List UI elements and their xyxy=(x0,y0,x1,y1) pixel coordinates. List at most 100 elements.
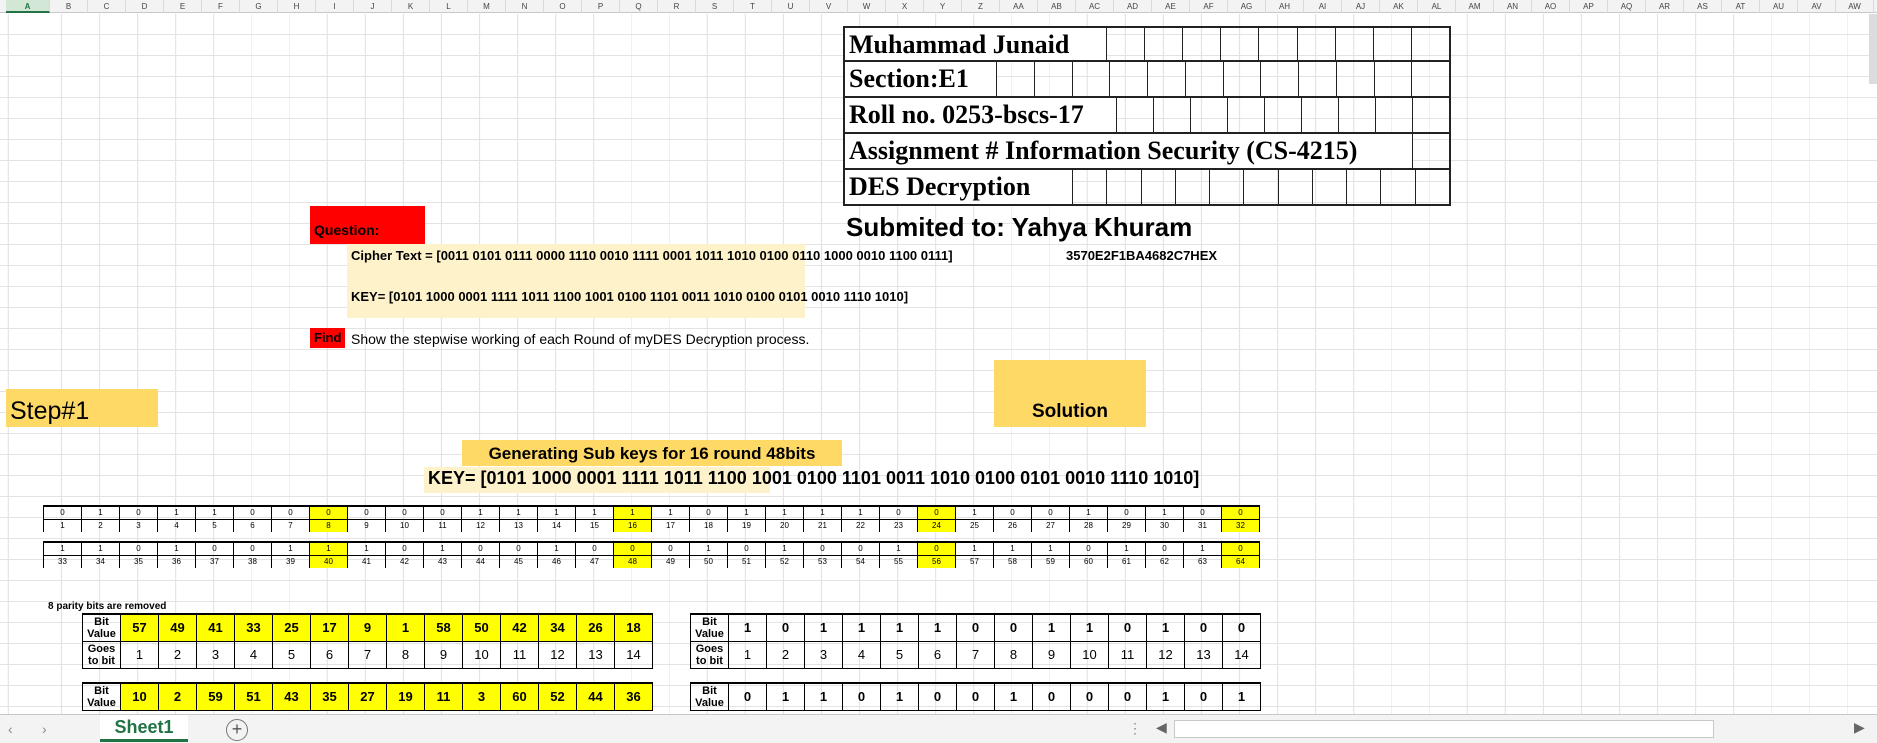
pc1-cell[interactable]: 0 xyxy=(994,613,1033,642)
column-header-am[interactable]: AM xyxy=(1456,0,1494,13)
tab-scroll-right-icon[interactable]: › xyxy=(42,721,47,737)
bit-position-cell[interactable]: 51 xyxy=(727,555,766,568)
pc1-cell[interactable]: 57 xyxy=(120,613,159,642)
pc1-cell[interactable]: 17 xyxy=(310,613,349,642)
pc1-cell[interactable]: 1 xyxy=(880,682,919,711)
pc1-cell[interactable]: 52 xyxy=(538,682,577,711)
pc1-cell[interactable]: 0 xyxy=(1108,613,1147,642)
column-header-aa[interactable]: AA xyxy=(1000,0,1038,13)
bit-value-cell[interactable]: 1 xyxy=(1107,541,1146,556)
bit-position-cell[interactable]: 38 xyxy=(233,555,272,568)
bit-position-cell[interactable]: 60 xyxy=(1069,555,1108,568)
pc1-cell[interactable]: 1 xyxy=(766,682,805,711)
bit-position-cell[interactable]: 61 xyxy=(1107,555,1146,568)
pc1-cell[interactable]: 0 xyxy=(918,682,957,711)
bit-value-cell[interactable]: 1 xyxy=(537,541,576,556)
column-header-aq[interactable]: AQ xyxy=(1608,0,1646,13)
bit-position-cell[interactable]: 54 xyxy=(841,555,880,568)
bit-value-cell[interactable]: 1 xyxy=(461,505,500,520)
pc1-cell[interactable]: 51 xyxy=(234,682,273,711)
pc1-cell[interactable]: 7 xyxy=(348,640,387,669)
column-header-al[interactable]: AL xyxy=(1418,0,1456,13)
column-header-ag[interactable]: AG xyxy=(1228,0,1266,13)
bit-position-cell[interactable]: 2 xyxy=(81,519,120,532)
pc1-cell[interactable]: 11 xyxy=(424,682,463,711)
pc1-cell[interactable]: 59 xyxy=(196,682,235,711)
pc1-cell[interactable]: 9 xyxy=(424,640,463,669)
pc1-cell[interactable]: 0 xyxy=(1032,682,1071,711)
bit-value-cell[interactable]: 1 xyxy=(651,505,690,520)
bit-value-cell[interactable]: 0 xyxy=(43,505,82,520)
bit-value-cell[interactable]: 0 xyxy=(1221,541,1260,556)
column-header-q[interactable]: Q xyxy=(620,0,658,13)
bit-position-cell[interactable]: 43 xyxy=(423,555,462,568)
pc1-cell[interactable]: 5 xyxy=(272,640,311,669)
bit-position-cell[interactable]: 1 xyxy=(43,519,82,532)
bit-value-cell[interactable]: 0 xyxy=(917,541,956,556)
bit-value-cell[interactable]: 1 xyxy=(765,505,804,520)
pc1-cell[interactable]: 14 xyxy=(1222,640,1261,669)
bit-position-cell[interactable]: 34 xyxy=(81,555,120,568)
pc1-cell[interactable]: 8 xyxy=(994,640,1033,669)
pc1-cell[interactable]: 6 xyxy=(310,640,349,669)
hscroll-left-icon[interactable]: ◀ xyxy=(1156,719,1167,736)
column-header-ac[interactable]: AC xyxy=(1076,0,1114,13)
hscroll-right-icon[interactable]: ▶ xyxy=(1854,719,1865,736)
column-header-s[interactable]: S xyxy=(696,0,734,13)
bit-position-cell[interactable]: 23 xyxy=(879,519,918,532)
column-header-aw[interactable]: AW xyxy=(1836,0,1874,13)
pc1-cell[interactable]: 44 xyxy=(576,682,615,711)
bit-position-cell[interactable]: 55 xyxy=(879,555,918,568)
bit-position-cell[interactable]: 16 xyxy=(613,519,652,532)
bit-position-cell[interactable]: 64 xyxy=(1221,555,1260,568)
bit-position-cell[interactable]: 10 xyxy=(385,519,424,532)
bit-value-cell[interactable]: 1 xyxy=(1183,541,1222,556)
column-header-n[interactable]: N xyxy=(506,0,544,13)
bit-position-cell[interactable]: 49 xyxy=(651,555,690,568)
bit-position-cell[interactable]: 29 xyxy=(1107,519,1146,532)
bit-value-cell[interactable]: 1 xyxy=(499,505,538,520)
column-header-ap[interactable]: AP xyxy=(1570,0,1608,13)
bit-position-cell[interactable]: 27 xyxy=(1031,519,1070,532)
bit-value-cell[interactable]: 0 xyxy=(841,541,880,556)
column-header-w[interactable]: W xyxy=(848,0,886,13)
column-header-au[interactable]: AU xyxy=(1760,0,1798,13)
column-header-ao[interactable]: AO xyxy=(1532,0,1570,13)
pc1-cell[interactable]: 25 xyxy=(272,613,311,642)
bit-value-cell[interactable]: 1 xyxy=(765,541,804,556)
pc1-cell[interactable]: 12 xyxy=(1146,640,1185,669)
bit-value-cell[interactable]: 1 xyxy=(537,505,576,520)
pc1-cell[interactable]: 10 xyxy=(120,682,159,711)
column-header-m[interactable]: M xyxy=(468,0,506,13)
bit-position-cell[interactable]: 17 xyxy=(651,519,690,532)
pc1-cell[interactable]: 1 xyxy=(1146,613,1185,642)
column-header-y[interactable]: Y xyxy=(924,0,962,13)
bit-value-cell[interactable]: 1 xyxy=(575,505,614,520)
pc1-cell[interactable]: 1 xyxy=(120,640,159,669)
pc1-cell[interactable]: 0 xyxy=(766,613,805,642)
bit-value-cell[interactable]: 0 xyxy=(1031,505,1070,520)
bit-position-cell[interactable]: 18 xyxy=(689,519,728,532)
pc1-cell[interactable]: 1 xyxy=(842,613,881,642)
bit-position-cell[interactable]: 15 xyxy=(575,519,614,532)
bit-position-cell[interactable]: 11 xyxy=(423,519,462,532)
pc1-cell[interactable]: 3 xyxy=(462,682,501,711)
column-header-ar[interactable]: AR xyxy=(1646,0,1684,13)
pc1-cell[interactable]: 8 xyxy=(386,640,425,669)
pc1-cell[interactable]: 18 xyxy=(614,613,653,642)
pc1-cell[interactable]: 4 xyxy=(842,640,881,669)
column-header-h[interactable]: H xyxy=(278,0,316,13)
bit-value-cell[interactable]: 1 xyxy=(727,505,766,520)
column-header-ad[interactable]: AD xyxy=(1114,0,1152,13)
bit-position-cell[interactable]: 26 xyxy=(993,519,1032,532)
bit-position-cell[interactable]: 58 xyxy=(993,555,1032,568)
pc1-cell[interactable]: 0 xyxy=(956,613,995,642)
column-header-at[interactable]: AT xyxy=(1722,0,1760,13)
bit-value-cell[interactable]: 0 xyxy=(461,541,500,556)
pc1-cell[interactable]: 12 xyxy=(538,640,577,669)
bit-value-cell[interactable]: 1 xyxy=(423,541,462,556)
bit-position-cell[interactable]: 52 xyxy=(765,555,804,568)
pc1-cell[interactable]: 9 xyxy=(1032,640,1071,669)
bit-value-cell[interactable]: 1 xyxy=(1145,505,1184,520)
column-header-as[interactable]: AS xyxy=(1684,0,1722,13)
